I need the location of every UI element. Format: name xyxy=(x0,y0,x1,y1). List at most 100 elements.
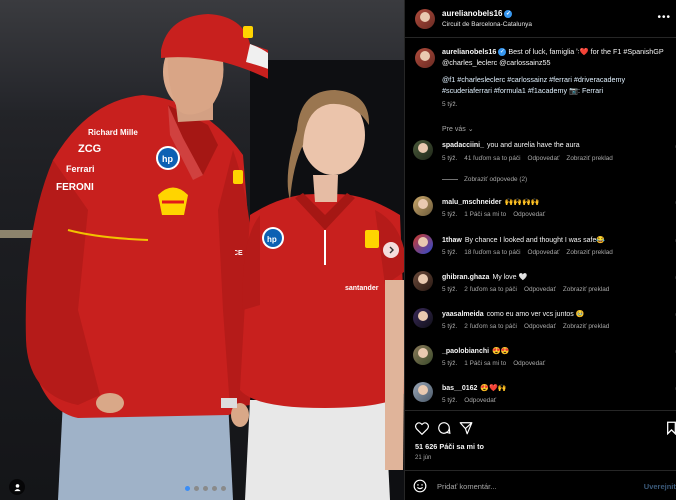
like-heart-icon[interactable] xyxy=(414,420,430,436)
comment-username[interactable]: ghibran.ghaza xyxy=(442,274,489,281)
for-you-label[interactable]: Pre vás xyxy=(442,126,466,133)
post-location[interactable]: Circuit de Barcelona-Catalunya xyxy=(442,21,532,28)
comment-meta: 5 týž. 2 ľuďom sa to páči Odpovedať Zobrazi… xyxy=(442,286,616,293)
caption-author-avatar[interactable] xyxy=(415,48,435,68)
comment-username[interactable]: bas__0162 xyxy=(442,385,477,392)
emoji-smiley-icon[interactable] xyxy=(413,479,427,493)
carousel-indicator xyxy=(185,486,226,491)
comment-time: 5 týž. xyxy=(442,323,458,330)
comment-likes[interactable]: 2 ľuďom sa to páči xyxy=(464,286,517,293)
comment-text: _paolobianchi 😍😍 xyxy=(442,347,510,355)
post-caption: aurelianobels16 ✓ Best of luck, famiglia … xyxy=(415,46,670,108)
comment-avatar[interactable] xyxy=(413,271,433,291)
photo-logo-feroni: FERONI xyxy=(56,182,94,193)
for-you-filter[interactable]: Pre vás ⌄ xyxy=(442,125,474,133)
likes-count[interactable]: 51 626 Páči sa mi to xyxy=(415,442,484,451)
photo-logo-ferrari-text: Ferrari xyxy=(66,164,95,174)
comment-time: 5 týž. xyxy=(442,397,458,404)
photo-logo-hp: hp xyxy=(267,235,277,244)
comment-reply-button[interactable]: Odpovedať xyxy=(528,249,560,256)
carousel-dot xyxy=(212,486,217,491)
comment-text: yaasalmeida como eu amo ver vcs juntos 🥹 xyxy=(442,310,584,318)
comment-likes[interactable]: 18 ľuďom sa to páči xyxy=(464,249,520,256)
chevron-down-icon: ⌄ xyxy=(467,126,474,133)
comment-likes[interactable]: 2 ľuďom sa to páči xyxy=(464,323,517,330)
comment-likes[interactable]: 1 Páči sa mi to xyxy=(464,360,506,367)
photo-person-woman: hp santander CE xyxy=(235,90,404,500)
comment-bubble-icon[interactable] xyxy=(436,420,452,436)
comment-username[interactable]: spadacciini_ xyxy=(442,142,484,149)
carousel-dot xyxy=(194,486,199,491)
author-avatar[interactable] xyxy=(415,9,435,29)
comment-meta: 5 týž. 18 ľuďom sa to páči Odpovedať Zobraz… xyxy=(442,249,620,256)
comment-time: 5 týž. xyxy=(442,155,458,162)
comment-body: My love 🤍 xyxy=(492,274,528,281)
share-send-icon[interactable] xyxy=(458,420,474,436)
comment-meta: 5 týž. 1 Páči sa mi to Odpovedať xyxy=(442,211,552,218)
comment-translate-button[interactable]: Zobraziť preklad xyxy=(566,249,612,256)
comment-meta: 5 týž. 2 ľuďom sa to páči Odpovedať Zobrazi… xyxy=(442,323,616,330)
comment-reply-button[interactable]: Odpovedať xyxy=(513,360,545,367)
comment-avatar[interactable] xyxy=(413,234,433,254)
post-photo[interactable]: Richard Mille ZCG Ferrari FERONI hp hp s… xyxy=(0,0,404,500)
carousel-dot xyxy=(203,486,208,491)
post-sidebar: aurelianobels16 ✓ Circuit de Barcelona-Ca… xyxy=(404,0,676,500)
comment-avatar[interactable] xyxy=(413,345,433,365)
photo-logo-ce: CE xyxy=(235,250,243,257)
comment-body: 🙌🙌🙌🙌 xyxy=(504,199,540,206)
svg-text:hp: hp xyxy=(162,154,173,164)
comment-reply-button[interactable]: Odpovedať xyxy=(513,211,545,218)
comment-username[interactable]: yaasalmeida xyxy=(442,311,484,318)
comment-translate-button[interactable]: Zobraziť preklad xyxy=(563,286,609,293)
comment-text: ghibran.ghaza My love 🤍 xyxy=(442,273,527,281)
comment-avatar[interactable] xyxy=(413,382,433,402)
post-comment-button[interactable]: Uverejniť xyxy=(644,482,676,491)
comment-text: spadacciini_ you and aurelia have the aur… xyxy=(442,142,580,149)
comment-username[interactable]: 1thaw xyxy=(442,237,462,244)
comment-avatar[interactable] xyxy=(413,196,433,216)
comment-body: By chance I looked and thought I was saf… xyxy=(464,237,606,244)
tagged-users-button[interactable] xyxy=(9,479,25,495)
comment-time: 5 týž. xyxy=(442,249,458,256)
author-username-text[interactable]: aurelianobels16 xyxy=(442,9,502,18)
comment-meta: 5 týž. 1 Páči sa mi to Odpovedať xyxy=(442,360,552,367)
post-date: 21 jún xyxy=(415,455,432,461)
photo-person-driver: Richard Mille ZCG Ferrari FERONI hp xyxy=(25,14,268,500)
author-username[interactable]: aurelianobels16 ✓ xyxy=(442,9,513,18)
comment-body: como eu amo ver vcs juntos 🥹 xyxy=(486,311,585,318)
comment-meta: 5 týž. Odpovedať xyxy=(442,397,503,404)
comment-time: 5 týž. xyxy=(442,211,458,218)
next-photo-button[interactable] xyxy=(383,242,399,258)
comment-text: malu_mschneider 🙌🙌🙌🙌 xyxy=(442,198,539,206)
comment-likes[interactable]: 1 Páči sa mi to xyxy=(464,211,506,218)
comment-translate-button[interactable]: Zobraziť preklad xyxy=(566,155,612,162)
user-icon xyxy=(13,483,21,491)
chevron-right-icon xyxy=(389,246,394,254)
comment-username[interactable]: malu_mschneider xyxy=(442,199,502,206)
comment-reply-button[interactable]: Odpovedať xyxy=(524,323,556,330)
comment-reply-button[interactable]: Odpovedať xyxy=(524,286,556,293)
comment-body: you and aurelia have the aura xyxy=(487,142,580,149)
add-comment-input[interactable] xyxy=(437,478,627,494)
comment-reply-button[interactable]: Odpovedať xyxy=(528,155,560,162)
comment-avatar[interactable] xyxy=(413,140,433,160)
comment-text: 1thaw By chance I looked and thought I wa… xyxy=(442,236,605,244)
photo-logo-zcg: ZCG xyxy=(78,143,101,155)
view-replies-button[interactable]: Zobraziť odpovede (2) xyxy=(442,176,527,183)
more-horizontal-icon[interactable]: ••• xyxy=(657,12,671,23)
comment-reply-button[interactable]: Odpovedať xyxy=(464,397,496,404)
caption-time: 5 týž. xyxy=(442,101,458,108)
caption-username[interactable]: aurelianobels16 xyxy=(442,47,496,56)
comment-time: 5 týž. xyxy=(442,286,458,293)
bookmark-icon[interactable] xyxy=(663,420,676,436)
verified-badge-icon: ✓ xyxy=(498,48,507,57)
comment-body: 😍❤️🙌 xyxy=(480,385,507,392)
comment-meta: 5 týž. 41 ľuďom sa to páči Odpovedať Zobraz… xyxy=(442,155,620,162)
caption-hashtags[interactable]: @f1 #charlesleclerc #carlossainz #ferrar… xyxy=(442,75,625,95)
comment-avatar[interactable] xyxy=(413,308,433,328)
comment-translate-button[interactable]: Zobraziť preklad xyxy=(563,323,609,330)
verified-badge-icon: ✓ xyxy=(504,9,513,18)
comments-scroll-area[interactable]: aurelianobels16 ✓ Best of luck, famiglia … xyxy=(405,38,676,410)
comment-likes[interactable]: 41 ľuďom sa to páči xyxy=(464,155,520,162)
comment-username[interactable]: _paolobianchi xyxy=(442,348,489,355)
